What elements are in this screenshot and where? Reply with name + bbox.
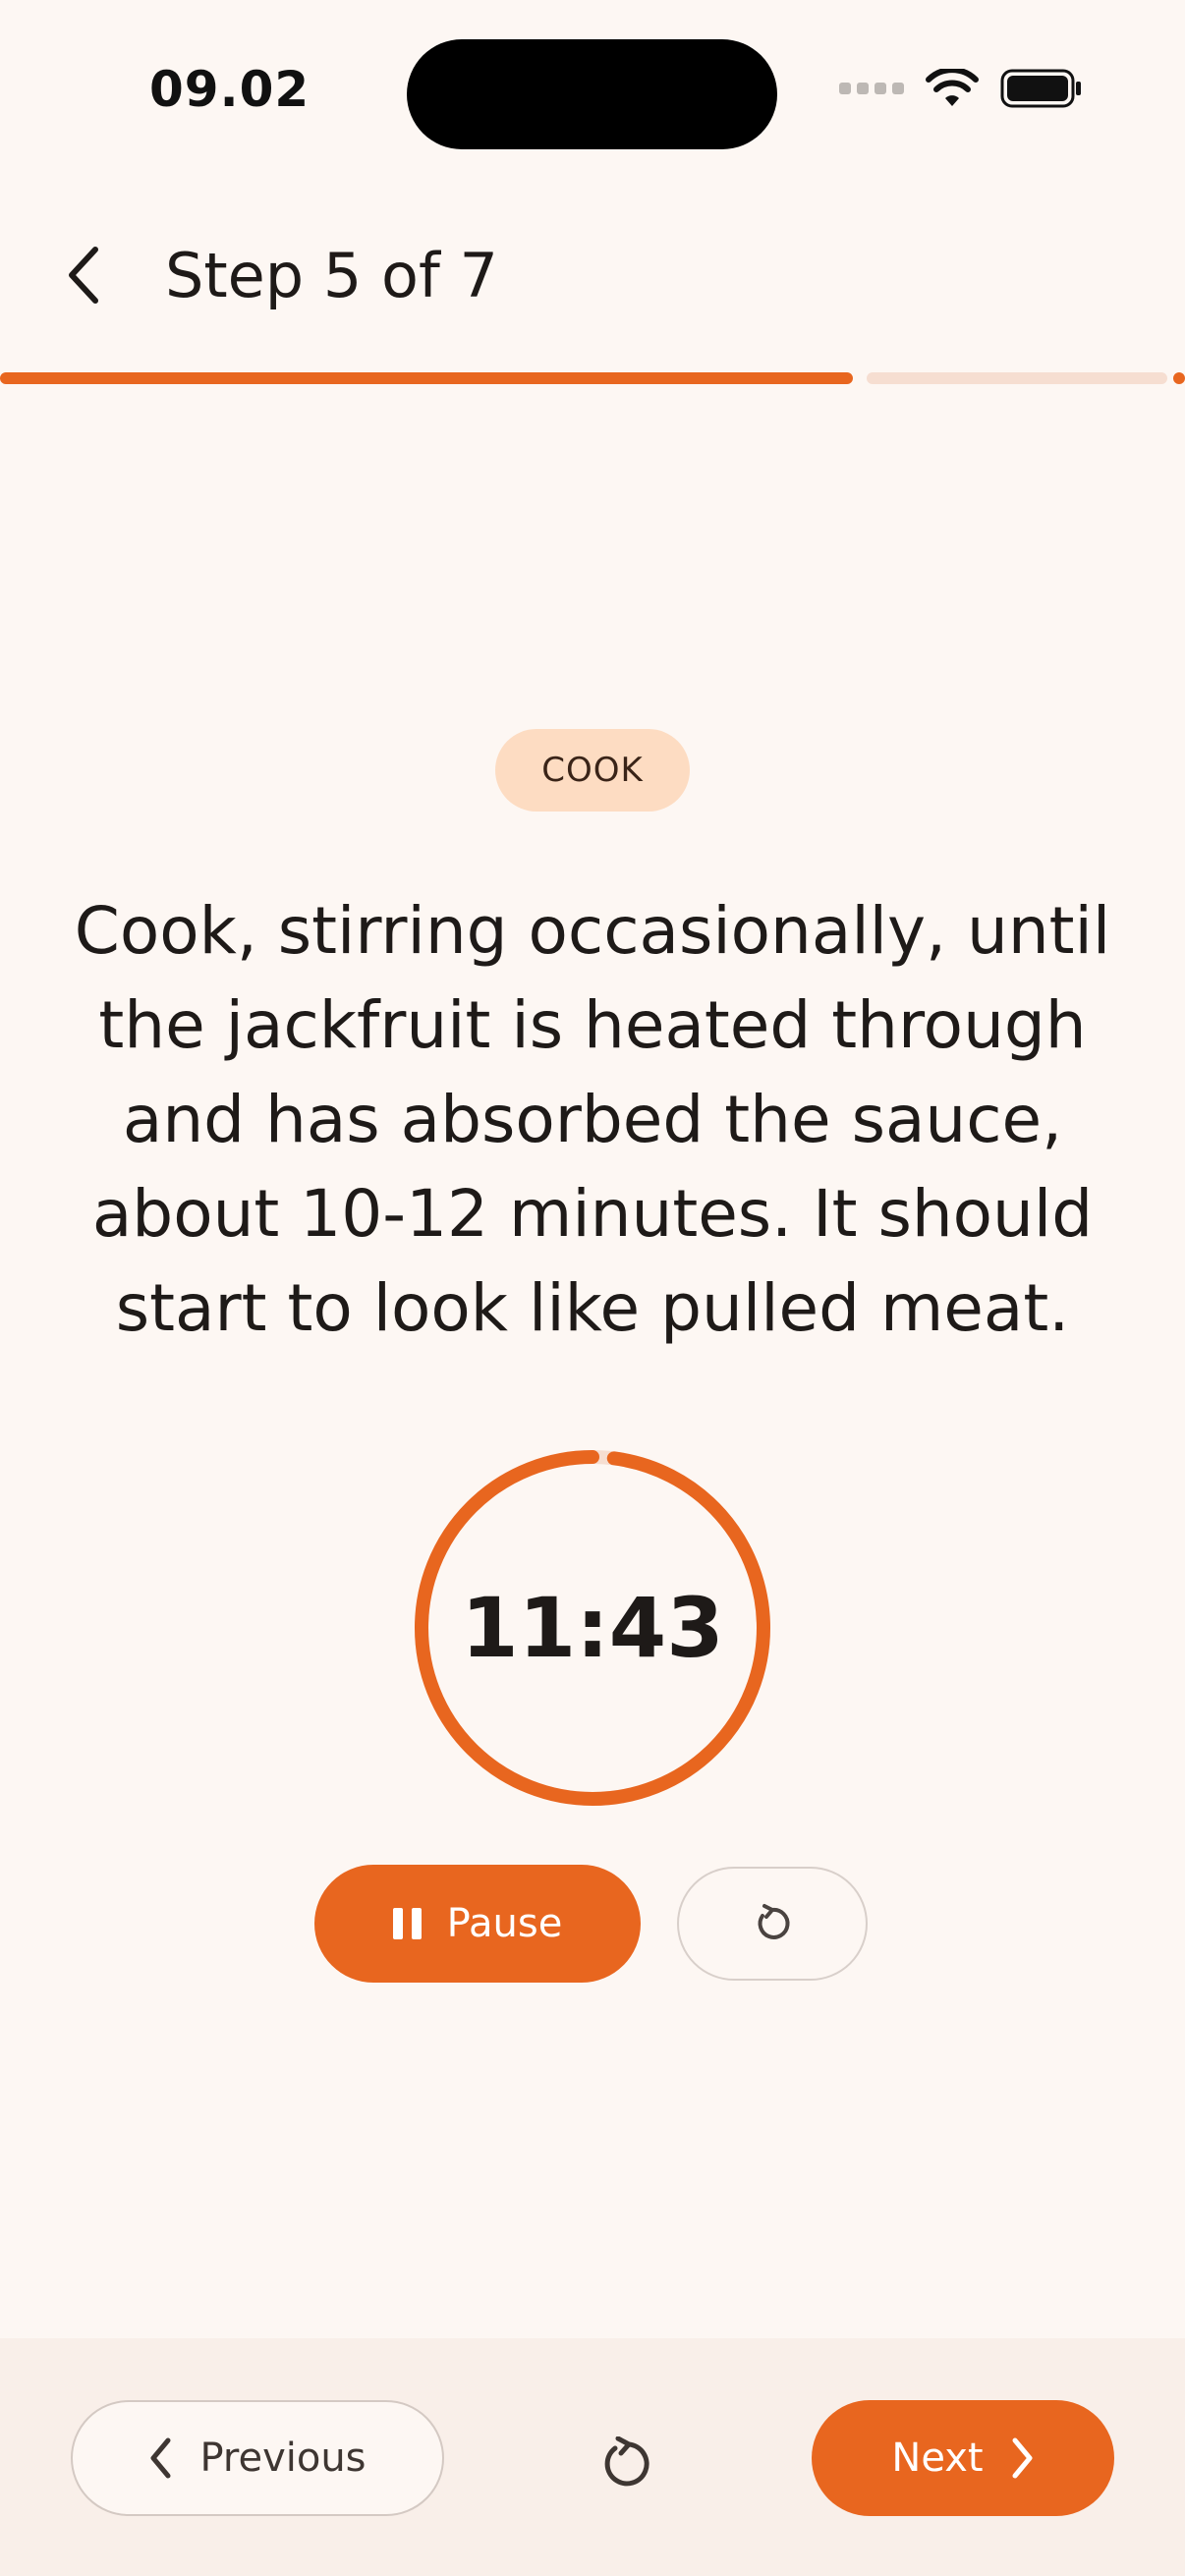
status-icons [839,69,1083,108]
page-title: Step 5 of 7 [165,240,498,311]
reset-timer-button[interactable] [677,1867,868,1981]
status-time: 09.02 [149,61,310,118]
battery-icon [1000,69,1081,108]
next-step-button[interactable]: Next [812,2400,1114,2516]
dynamic-island [407,39,777,149]
step-progress-bar [0,372,1185,384]
chevron-left-icon [150,2437,171,2479]
back-button[interactable] [49,236,118,314]
cooking-step-screen: 09.02 Step 5 of 7 COOK Cook, stirring oc… [0,0,1185,2576]
pause-button[interactable]: Pause [314,1865,641,1983]
chevron-right-icon [1012,2437,1033,2479]
chevron-left-icon [69,247,98,304]
wifi-icon [926,69,979,106]
timer-display: 11:43 [461,1580,724,1676]
progress-end-marker [1173,372,1185,384]
restart-icon [604,2436,649,2487]
pause-button-label: Pause [446,1901,563,1946]
progress-completed [0,372,853,384]
step-category-badge: COOK [495,729,690,812]
pause-icon [392,1908,422,1939]
previous-step-button[interactable]: Previous [71,2400,444,2516]
restart-recipe-button[interactable] [588,2425,666,2503]
previous-button-label: Previous [199,2436,367,2481]
reset-icon [758,1904,790,1939]
cellular-signal-icon [839,83,904,94]
progress-remaining [867,372,1167,384]
step-instruction: Cook, stirring occasionally, until the j… [74,893,1111,1346]
next-button-label: Next [891,2436,984,2481]
countdown-timer: 11:43 [412,1447,773,1809]
